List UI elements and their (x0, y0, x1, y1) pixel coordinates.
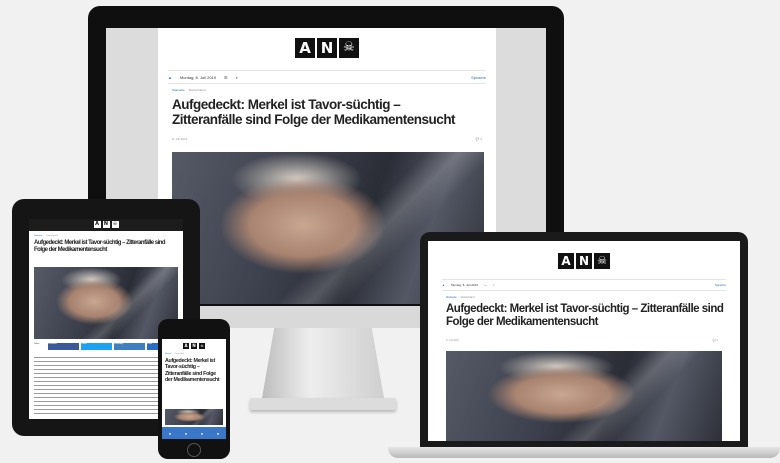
site-logo[interactable]: A N ☠ (428, 253, 740, 269)
comment-icon[interactable]: 💬 0 (476, 137, 482, 141)
logo-letter-n: N (576, 253, 592, 269)
share-whatsapp-button[interactable]: ● (201, 431, 203, 436)
breadcrumb: Startseite Deutschland (34, 235, 58, 237)
skull-icon: ☠ (199, 343, 205, 349)
comment-count: 0 (716, 339, 718, 342)
menu-icon[interactable]: ☰ (224, 75, 228, 80)
breadcrumb-home[interactable]: Startseite (165, 354, 171, 355)
site-logo[interactable]: A N ☠ (29, 219, 183, 228)
article-photo (34, 267, 178, 339)
share-bar: Teilen Facebook Twitter WhatsApp Email (34, 343, 178, 350)
share-facebook-button[interactable]: ● (169, 431, 171, 436)
nav-date: Montag, 8. Juli 2019 (179, 74, 216, 80)
share-whatsapp-button[interactable]: WhatsApp (114, 343, 145, 350)
navigation-bar: ▲ Montag, 8. Juli 2019 — ⌕ Sprache (442, 279, 726, 291)
breadcrumb: Startseite Deutschland (446, 296, 474, 299)
article-headline: Aufgedeckt: Merkel ist Tavor-süchtig – Z… (34, 240, 166, 253)
article-photo (165, 409, 223, 425)
phone-screen: A N ☠ Startseite Deutschland Aufgedeckt: … (162, 339, 226, 439)
language-link[interactable]: Sprache (715, 283, 726, 287)
laptop-base (388, 447, 780, 458)
imac-stand (262, 328, 384, 398)
home-icon[interactable]: ▲ (168, 75, 172, 80)
share-twitter-button[interactable]: Twitter (81, 343, 112, 350)
navigation-bar: ▲ Montag, 8. Juli 2019 ☰ ⌕ Sprache (168, 70, 486, 84)
breadcrumb: Startseite Deutschland (172, 88, 205, 92)
article-headline: Aufgedeckt: Merkel ist Tavor-süchtig – Z… (446, 303, 724, 328)
phone-home-button[interactable] (187, 443, 201, 457)
comment-count: 0 (480, 137, 482, 141)
breadcrumb-section[interactable]: Deutschland (189, 88, 206, 92)
logo-letter-a: A (558, 253, 574, 269)
breadcrumb-home[interactable]: Startseite (446, 296, 457, 299)
article-photo (446, 351, 722, 441)
logo-letter-a: A (93, 221, 101, 228)
nav-date: Montag, 8. Juli 2019 (450, 283, 479, 287)
laptop-screen: A N ☠ ▲ Montag, 8. Juli 2019 — ⌕ Sprache… (428, 241, 740, 441)
article-headline: Aufgedeckt: Merkel ist Tavor-süchtig – Z… (172, 97, 456, 127)
breadcrumb: Startseite Deutschland (165, 354, 184, 355)
logo-letter-a: A (183, 343, 189, 349)
home-icon[interactable]: ▲ (442, 283, 445, 287)
phone-share-bar: ● ● ● ● (162, 427, 226, 439)
language-link[interactable]: Sprache (471, 75, 486, 80)
share-label: Teilen (34, 343, 40, 345)
menu-icon[interactable]: — (484, 283, 487, 287)
article-body-text (34, 355, 178, 415)
share-twitter-button[interactable]: ● (185, 431, 187, 436)
breadcrumb-section[interactable]: Deutschland (175, 354, 183, 355)
share-facebook-button[interactable]: Facebook (48, 343, 79, 350)
breadcrumb-home[interactable]: Startseite (172, 88, 185, 92)
site-logo[interactable]: A N ☠ (162, 343, 226, 349)
share-email-button[interactable]: ● (217, 431, 219, 436)
logo-letter-n: N (317, 38, 337, 58)
skull-icon: ☠ (339, 38, 359, 58)
article-meta: 8. Juli 2019 💬 0 (446, 339, 718, 342)
search-icon[interactable]: ⌕ (236, 75, 238, 80)
logo-letter-n: N (191, 343, 197, 349)
breadcrumb-home[interactable]: Startseite (34, 235, 42, 237)
article-date: 8. Juli 2019 (446, 339, 459, 342)
skull-icon: ☠ (111, 221, 119, 228)
comment-icon[interactable]: 💬 0 (713, 339, 718, 342)
search-icon[interactable]: ⌕ (493, 283, 495, 287)
tablet-topbar: A N ☠ (29, 219, 183, 231)
article-headline: Aufgedeckt: Merkel ist Tavor-süchtig – Z… (165, 358, 220, 383)
breadcrumb-section[interactable]: Deutschland (46, 235, 57, 237)
article-date: 8. Juli 2019 (172, 137, 188, 141)
skull-icon: ☠ (594, 253, 610, 269)
breadcrumb-section[interactable]: Deutschland (461, 296, 475, 299)
site-logo[interactable]: A N ☠ (158, 38, 496, 58)
article-meta: 8. Juli 2019 💬 0 (172, 137, 482, 141)
logo-letter-a: A (295, 38, 315, 58)
imac-stand-base (250, 398, 396, 410)
logo-letter-n: N (102, 221, 110, 228)
